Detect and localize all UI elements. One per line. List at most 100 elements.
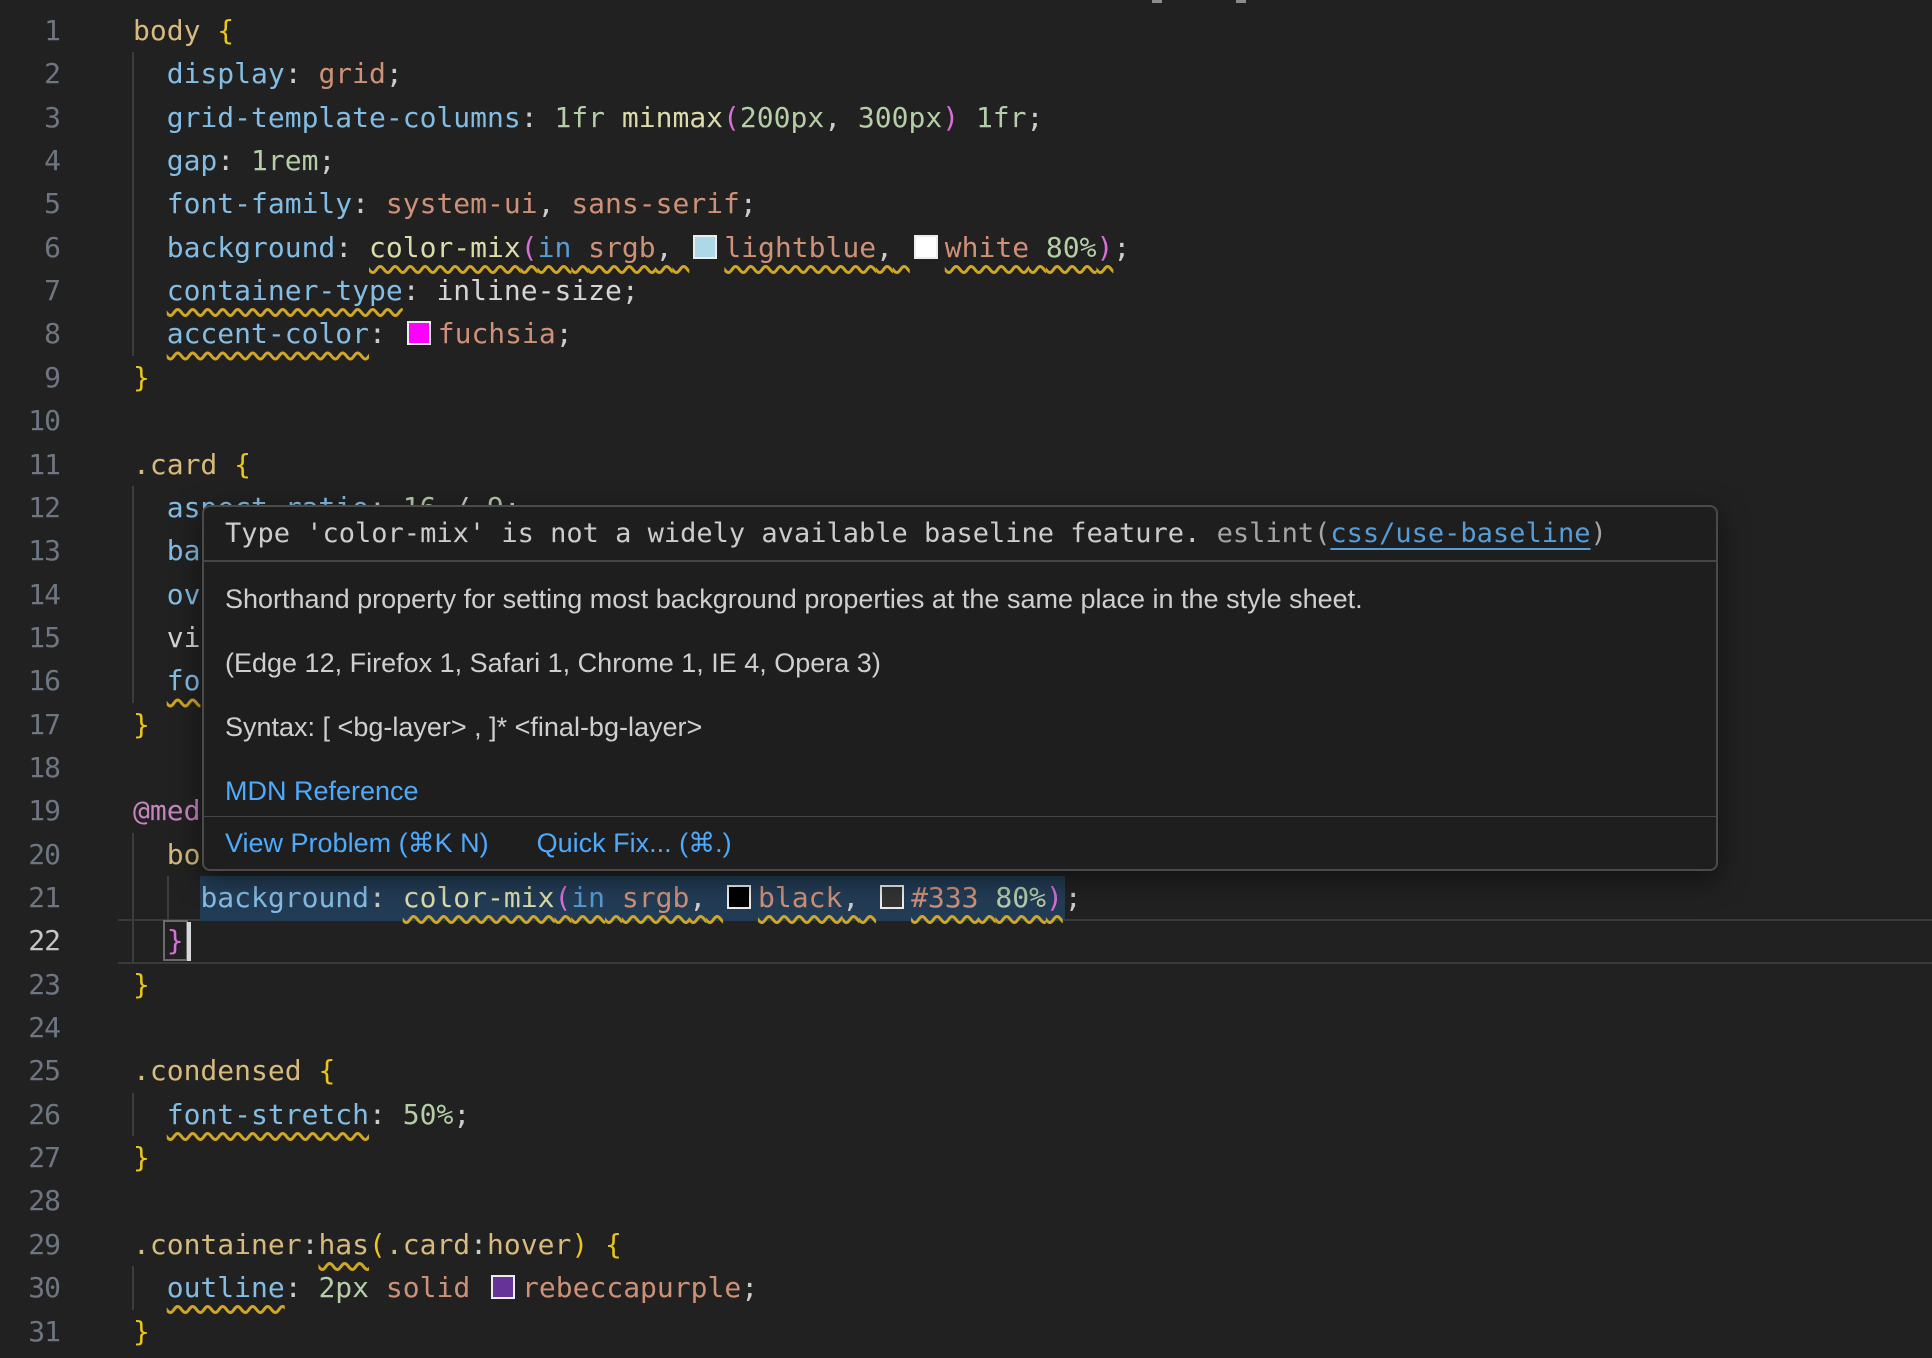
code-line-31[interactable]: 31} [0,1310,1932,1354]
quick-fix-button[interactable]: Quick Fix... (⌘.) [537,828,732,859]
tooltip-actions: View Problem (⌘K N) Quick Fix... (⌘.) [204,817,1716,869]
code-line-29[interactable]: 29.container:has(.card:hover) { [0,1223,1932,1267]
code-line-1[interactable]: 1body { [0,9,1932,53]
line-number[interactable]: 2 [0,52,60,95]
code-line-21[interactable]: 21 background: color-mix(in srgb, black,… [0,876,1932,920]
line-number[interactable]: 3 [0,96,60,139]
line-number[interactable]: 18 [0,746,60,789]
code-line-7[interactable]: 7 container-type: inline-size; [0,269,1932,313]
docs-browser-support: (Edge 12, Firefox 1, Safari 1, Chrome 1,… [225,648,1695,678]
code-token: accent-color [167,317,369,350]
code-token: minmax [622,101,723,134]
code-line-8[interactable]: 8 accent-color: fuchsia; [0,312,1932,356]
line-number[interactable]: 1 [0,9,60,52]
code-token [605,101,622,134]
code-text: } [133,1136,150,1179]
code-text: } [133,919,184,962]
line-number[interactable]: 11 [0,443,60,486]
color-swatch [491,1275,515,1299]
code-line-2[interactable]: 2 display: grid; [0,52,1932,96]
code-token: sans-serif [571,187,740,220]
code-token: : [285,1271,302,1304]
code-line-6[interactable]: 6 background: color-mix(in srgb, lightbl… [0,226,1932,270]
code-token: inline-size [436,274,621,307]
line-number[interactable]: 23 [0,963,60,1006]
code-line-11[interactable]: 11.card { [0,443,1932,487]
line-number[interactable]: 15 [0,616,60,659]
clipped-line-artifact [1152,0,1162,3]
code-token: : [403,274,420,307]
code-token: 300px [858,101,942,134]
code-token [133,621,167,654]
line-number[interactable]: 27 [0,1136,60,1179]
code-token: 50% [403,1098,454,1131]
line-number[interactable]: 24 [0,1006,60,1049]
code-token [133,144,167,177]
hover-diagnostic-tooltip: Type 'color-mix' is not a widely availab… [202,505,1718,871]
line-number[interactable]: 7 [0,269,60,312]
line-number[interactable]: 26 [0,1093,60,1136]
code-line-25[interactable]: 25 .condensed { [0,1049,1932,1093]
code-editor[interactable]: 1body {2 display: grid;3 grid-template-c… [0,0,1932,1358]
line-number[interactable]: 14 [0,573,60,616]
code-token: .card [386,1228,470,1261]
diagnostic-source-prefix: eslint( [1217,518,1331,549]
code-token: srgb [622,881,689,914]
line-number[interactable]: 31 [0,1310,60,1353]
code-token: @med [133,794,200,827]
line-number[interactable]: 30 [0,1266,60,1309]
bracket-match: } [167,924,184,957]
mdn-reference-link[interactable]: MDN Reference [225,776,419,806]
code-line-26[interactable]: 26 font-stretch: 50%; [0,1093,1932,1137]
code-token [133,491,167,524]
line-number[interactable]: 29 [0,1223,60,1266]
view-problem-button[interactable]: View Problem (⌘K N) [225,828,489,859]
line-number[interactable]: 22 [0,919,60,962]
code-line-9[interactable]: 9} [0,356,1932,400]
code-token: color-mix [369,231,521,264]
line-number[interactable]: 16 [0,659,60,702]
code-token [200,14,217,47]
code-token [133,578,167,611]
code-line-4[interactable]: 4 gap: 1rem; [0,139,1932,183]
code-line-3[interactable]: 3 grid-template-columns: 1fr minmax(200p… [0,96,1932,140]
warning-squiggle-range: color-mix(in srgb, black, #333 80%) [403,881,1063,914]
code-line-10[interactable]: 10 [0,399,1932,443]
code-token: ; [556,317,573,350]
code-token: container-type [167,274,403,307]
code-token: : [470,1228,487,1261]
line-number[interactable]: 19 [0,789,60,832]
code-line-24[interactable]: 24 [0,1006,1932,1050]
code-token [369,1271,386,1304]
code-token: lightblue [724,231,876,264]
code-line-27[interactable]: 27} [0,1136,1932,1180]
code-line-23[interactable]: 23} [0,963,1932,1007]
code-line-28[interactable]: 28 [0,1179,1932,1223]
code-text: ov [133,573,200,616]
code-line-22[interactable]: 22 } [0,919,1932,963]
code-token [352,231,369,264]
line-number[interactable]: 6 [0,226,60,269]
line-number[interactable]: 5 [0,182,60,225]
line-number[interactable]: 20 [0,833,60,876]
warning-squiggle-range: color-mix(in srgb, lightblue, white 80%) [369,231,1113,264]
line-number[interactable]: 12 [0,486,60,529]
line-number[interactable]: 28 [0,1179,60,1222]
code-line-30[interactable]: 30 outline: 2px solid rebeccapurple; [0,1266,1932,1310]
diagnostic-rule-link[interactable]: css/use-baseline [1330,518,1590,549]
line-number[interactable]: 13 [0,529,60,572]
line-number[interactable]: 9 [0,356,60,399]
code-line-5[interactable]: 5 font-family: system-ui, sans-serif; [0,182,1932,226]
warning-squiggle-range: has [318,1228,369,1261]
code-token [386,1098,403,1131]
code-token: background [167,231,336,264]
line-number[interactable]: 25 [0,1049,60,1092]
line-number[interactable]: 8 [0,312,60,355]
line-number[interactable]: 10 [0,399,60,442]
code-token: font-family [167,187,352,220]
code-text: .condensed { [133,1049,335,1092]
line-number[interactable]: 17 [0,703,60,746]
docs-description: Shorthand property for setting most back… [225,584,1695,614]
line-number[interactable]: 4 [0,139,60,182]
line-number[interactable]: 21 [0,876,60,919]
